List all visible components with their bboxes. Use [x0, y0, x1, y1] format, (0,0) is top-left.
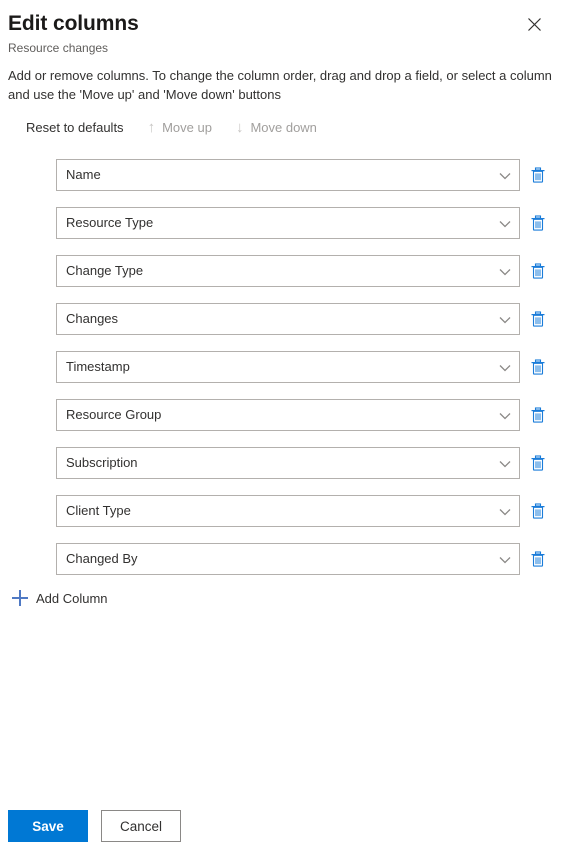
panel-header: Edit columns Resource changes	[0, 0, 562, 56]
column-select[interactable]: Subscription	[56, 447, 520, 479]
page-subtitle: Resource changes	[8, 41, 109, 55]
delete-column-button[interactable]	[524, 303, 552, 335]
trash-icon	[530, 550, 546, 568]
trash-icon	[530, 214, 546, 232]
column-select[interactable]: Changes	[56, 303, 520, 335]
column-select-label: Changed By	[66, 551, 138, 566]
trash-icon	[530, 358, 546, 376]
column-select-label: Changes	[66, 311, 119, 326]
column-row: Changed By	[0, 543, 562, 591]
trash-icon	[530, 502, 546, 520]
move-down-label: Move down	[250, 119, 317, 135]
column-select-label: Resource Type	[66, 215, 154, 230]
column-select-label: Client Type	[66, 503, 131, 518]
column-row: Resource Group	[0, 399, 562, 447]
column-select-label: Resource Group	[66, 407, 162, 422]
column-row: Resource Type	[0, 207, 562, 255]
command-bar: Reset to defaults ↑ Move up ↓ Move down	[16, 113, 327, 141]
add-column-label: Add Column	[36, 590, 108, 606]
panel-footer: Save Cancel	[8, 810, 181, 842]
delete-column-button[interactable]	[524, 207, 552, 239]
delete-column-button[interactable]	[524, 255, 552, 287]
edit-columns-panel: Edit columns Resource changes Add or rem…	[0, 0, 562, 852]
column-row: Timestamp	[0, 351, 562, 399]
move-down-button[interactable]: ↓ Move down	[226, 113, 327, 141]
column-select[interactable]: Timestamp	[56, 351, 520, 383]
column-select-label: Timestamp	[66, 359, 130, 374]
chevron-down-icon	[499, 160, 511, 192]
delete-column-button[interactable]	[524, 543, 552, 575]
column-row: Name	[0, 159, 562, 207]
column-select-label: Subscription	[66, 455, 138, 470]
plus-icon	[12, 590, 28, 606]
reset-to-defaults-label: Reset to defaults	[26, 119, 124, 135]
close-icon	[527, 17, 541, 31]
chevron-down-icon	[499, 208, 511, 240]
column-select[interactable]: Change Type	[56, 255, 520, 287]
delete-column-button[interactable]	[524, 447, 552, 479]
chevron-down-icon	[499, 496, 511, 528]
add-column-button[interactable]: Add Column	[12, 585, 108, 611]
column-row: Changes	[0, 303, 562, 351]
chevron-down-icon	[499, 544, 511, 576]
move-up-button[interactable]: ↑ Move up	[138, 113, 222, 141]
column-select-label: Change Type	[66, 263, 144, 278]
delete-column-button[interactable]	[524, 351, 552, 383]
panel-description: Add or remove columns. To change the col…	[8, 68, 552, 102]
column-select[interactable]: Resource Group	[56, 399, 520, 431]
trash-icon	[530, 310, 546, 328]
column-row: Subscription	[0, 447, 562, 495]
column-row: Change Type	[0, 255, 562, 303]
move-up-label: Move up	[162, 119, 212, 135]
trash-icon	[530, 166, 546, 184]
trash-icon	[530, 454, 546, 472]
delete-column-button[interactable]	[524, 495, 552, 527]
chevron-down-icon	[499, 304, 511, 336]
chevron-down-icon	[499, 448, 511, 480]
save-button[interactable]: Save	[8, 810, 88, 842]
arrow-down-icon: ↓	[235, 118, 244, 136]
delete-column-button[interactable]	[524, 399, 552, 431]
column-select[interactable]: Client Type	[56, 495, 520, 527]
chevron-down-icon	[499, 256, 511, 288]
close-button[interactable]	[518, 8, 550, 40]
column-select[interactable]: Changed By	[56, 543, 520, 575]
reset-to-defaults-button[interactable]: Reset to defaults	[16, 113, 134, 141]
column-select[interactable]: Resource Type	[56, 207, 520, 239]
arrow-up-icon: ↑	[147, 118, 156, 136]
cancel-button[interactable]: Cancel	[101, 810, 181, 842]
column-list: Name Resource Type Change Type Changes Times…	[0, 159, 562, 591]
trash-icon	[530, 262, 546, 280]
trash-icon	[530, 406, 546, 424]
page-title: Edit columns	[8, 12, 139, 35]
column-row: Client Type	[0, 495, 562, 543]
chevron-down-icon	[499, 400, 511, 432]
chevron-down-icon	[499, 352, 511, 384]
column-select-label: Name	[66, 167, 101, 182]
column-select[interactable]: Name	[56, 159, 520, 191]
delete-column-button[interactable]	[524, 159, 552, 191]
